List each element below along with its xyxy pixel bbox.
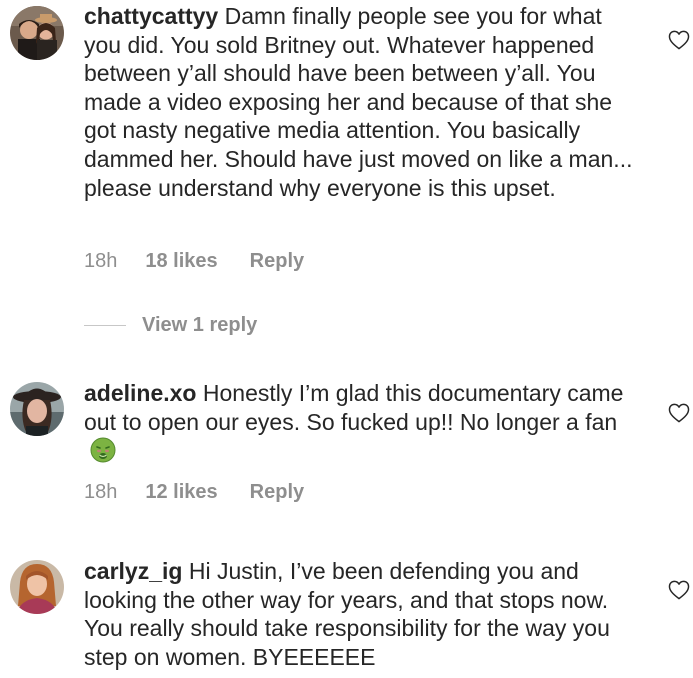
comment-meta: 18h 12 likes Reply [84, 481, 304, 504]
view-replies-button[interactable]: View 1 reply [84, 314, 257, 337]
like-heart-icon[interactable] [668, 30, 690, 50]
profile-photo-woman-icon [10, 560, 64, 614]
avatar[interactable] [10, 6, 64, 60]
comment-likes-count[interactable]: 12 likes [145, 481, 217, 504]
avatar[interactable] [10, 560, 64, 614]
profile-photo-hat-icon [10, 382, 64, 436]
comment-text: chattycattyy Damn finally people see you… [84, 2, 644, 202]
comment-likes-count[interactable]: 18 likes [145, 250, 217, 273]
comment-timestamp: 18h [84, 250, 118, 272]
comment-text: adeline.xo Honestly I’m glad this docume… [84, 379, 644, 465]
reply-button[interactable]: Reply [250, 250, 304, 273]
comment-username[interactable]: chattycattyy [84, 3, 218, 29]
comment-meta: 18h 18 likes Reply [84, 250, 304, 273]
comment-username[interactable]: carlyz_ig [84, 558, 182, 584]
like-heart-icon[interactable] [668, 580, 690, 600]
comment-username[interactable]: adeline.xo [84, 380, 196, 406]
like-heart-icon[interactable] [668, 403, 690, 423]
avatar[interactable] [10, 382, 64, 436]
view-replies-label: View 1 reply [142, 314, 258, 336]
reply-button[interactable]: Reply [250, 481, 304, 504]
nauseated-face-emoji-icon [90, 437, 116, 463]
comment-body: Damn finally people see you for what you… [84, 3, 633, 201]
replies-divider-line [84, 325, 126, 326]
comment-timestamp: 18h [84, 481, 118, 503]
comment-text: carlyz_ig Hi Justin, I’ve been defending… [84, 557, 644, 671]
profile-photo-couple-icon [10, 6, 64, 60]
